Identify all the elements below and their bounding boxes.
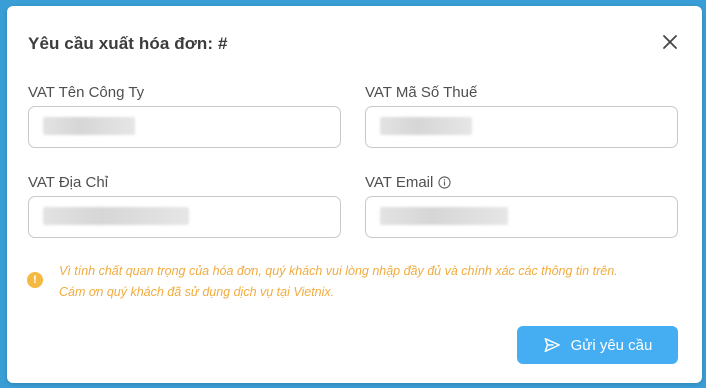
email-label-text: VAT Email	[365, 174, 434, 191]
warning-icon: !	[27, 272, 43, 288]
company-name-input[interactable]	[29, 107, 340, 147]
send-icon	[543, 336, 561, 354]
company-name-label: VAT Tên Công Ty	[28, 84, 144, 101]
company-name-field[interactable]	[28, 106, 341, 148]
tax-code-label-text: VAT Mã Số Thuế	[365, 84, 478, 101]
notice-text: Vì tính chất quan trọng của hóa đơn, quý…	[59, 261, 618, 303]
info-icon[interactable]	[438, 176, 451, 189]
submit-request-button[interactable]: Gửi yêu cầu	[517, 326, 678, 364]
close-icon[interactable]	[660, 32, 680, 52]
notice-line-2: Cám ơn quý khách đã sử dụng dịch vụ tại …	[59, 285, 335, 299]
invoice-request-modal: Yêu cầu xuất hóa đơn: # VAT Tên Công Ty …	[7, 6, 702, 383]
email-label: VAT Email	[365, 174, 451, 191]
address-label: VAT Địa Chỉ	[28, 174, 108, 191]
tax-code-field[interactable]	[365, 106, 678, 148]
tax-code-label: VAT Mã Số Thuế	[365, 84, 477, 101]
address-field[interactable]	[28, 196, 341, 238]
modal-title: Yêu cầu xuất hóa đơn: #	[28, 34, 228, 53]
email-field[interactable]	[365, 196, 678, 238]
submit-label: Gửi yêu cầu	[570, 336, 653, 354]
email-input[interactable]	[366, 197, 677, 237]
notice-line-1: Vì tính chất quan trọng của hóa đơn, quý…	[59, 264, 618, 278]
tax-code-input[interactable]	[366, 107, 677, 147]
company-name-label-text: VAT Tên Công Ty	[28, 84, 145, 101]
address-label-text: VAT Địa Chỉ	[28, 174, 109, 191]
address-input[interactable]	[29, 197, 340, 237]
notice: ! Vì tính chất quan trọng của hóa đơn, q…	[27, 261, 618, 303]
